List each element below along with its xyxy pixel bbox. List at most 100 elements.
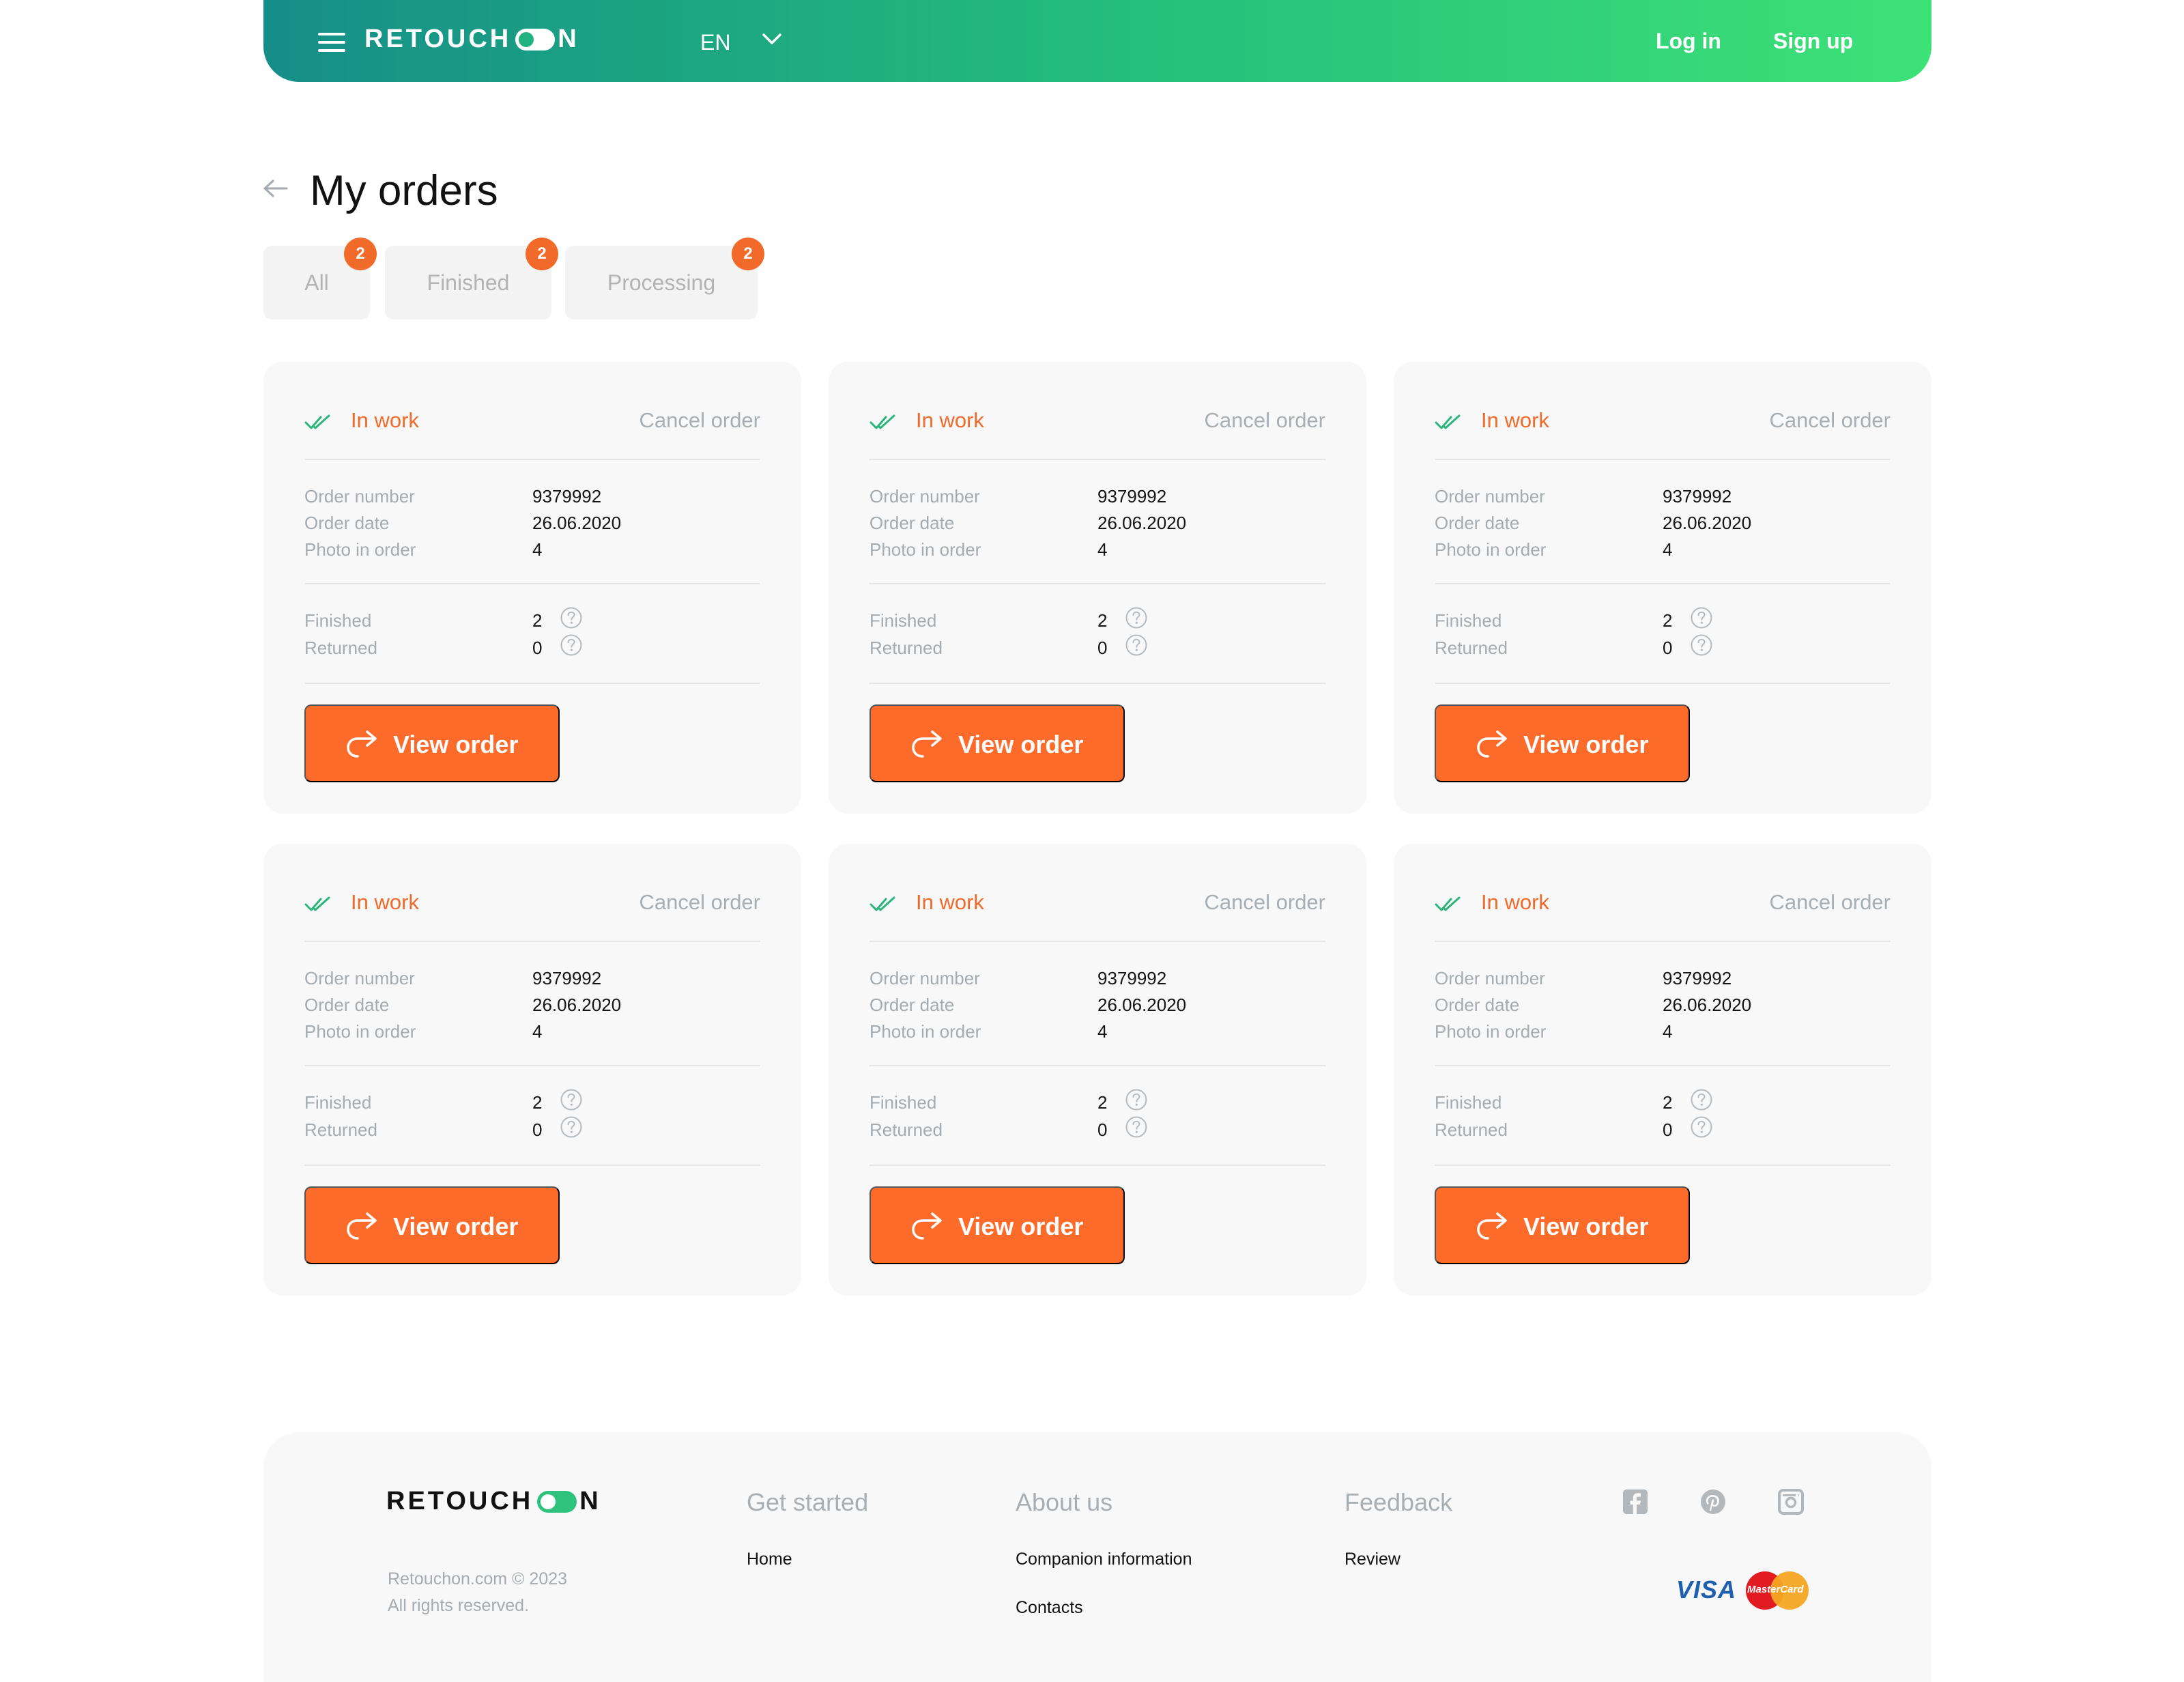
order-status: In work <box>916 890 984 914</box>
returned-value: 0 <box>1097 638 1108 658</box>
card-header: In work Cancel order <box>1435 405 1891 441</box>
view-order-button[interactable]: View order <box>304 704 560 782</box>
view-order-label: View order <box>393 730 519 758</box>
share-arrow-icon <box>347 730 377 758</box>
footer-logo[interactable]: RETOUCH N <box>386 1487 601 1516</box>
view-order-label: View order <box>1523 730 1649 758</box>
header-logo[interactable]: RETOUCH N <box>364 25 579 54</box>
logo-toggle-icon <box>515 28 556 51</box>
finished-row: Finished 2 <box>304 1088 760 1115</box>
photo-count-row: Photo in order 4 <box>304 1017 760 1044</box>
order-card: In work Cancel order Order number 937999… <box>263 844 801 1296</box>
footer-link-contacts[interactable]: Contacts <box>1016 1598 1083 1618</box>
finished-value: 2 <box>532 610 543 631</box>
returned-row: Returned 0 <box>870 1115 1325 1143</box>
double-check-icon <box>1435 896 1461 911</box>
facebook-icon[interactable] <box>1622 1488 1649 1515</box>
menu-icon[interactable] <box>318 33 345 52</box>
order-number-row: Order number 9379992 <box>870 964 1325 991</box>
order-date-value: 26.06.2020 <box>1097 995 1187 1015</box>
order-number-label: Order number <box>1435 968 1545 988</box>
language-selector[interactable]: EN <box>700 30 730 55</box>
help-circle-icon[interactable] <box>560 1115 583 1139</box>
footer-link-review[interactable]: Review <box>1345 1550 1400 1569</box>
order-card: In work Cancel order Order number 937999… <box>829 362 1366 814</box>
back-arrow-icon[interactable] <box>262 179 289 198</box>
finished-row: Finished 2 <box>1435 1088 1891 1115</box>
divider <box>304 1065 760 1066</box>
help-circle-icon[interactable] <box>1690 606 1713 629</box>
order-number-row: Order number 9379992 <box>304 964 760 991</box>
order-date-value: 26.06.2020 <box>532 995 622 1015</box>
view-order-button[interactable]: View order <box>870 1186 1125 1264</box>
view-order-button[interactable]: View order <box>1435 704 1690 782</box>
order-date-label: Order date <box>1435 995 1520 1015</box>
chevron-down-icon[interactable] <box>762 31 782 46</box>
help-circle-icon[interactable] <box>560 1088 583 1111</box>
order-status: In work <box>916 408 984 432</box>
photo-count-value: 4 <box>1663 1021 1673 1042</box>
help-circle-icon[interactable] <box>1125 1088 1148 1111</box>
tab-processing[interactable]: Processing 2 <box>565 238 764 319</box>
photo-count-label: Photo in order <box>1435 539 1547 560</box>
help-circle-icon[interactable] <box>1125 606 1148 629</box>
order-date-row: Order date 26.06.2020 <box>1435 509 1891 536</box>
view-order-label: View order <box>958 730 1084 758</box>
divider <box>304 683 760 684</box>
double-check-icon <box>1435 414 1461 429</box>
help-circle-icon[interactable] <box>1690 633 1713 657</box>
cancel-order-link[interactable]: Cancel order <box>1770 890 1891 915</box>
order-number-row: Order number 9379992 <box>870 482 1325 509</box>
footer-link-companion[interactable]: Companion information <box>1016 1550 1192 1569</box>
view-order-button[interactable]: View order <box>1435 1186 1690 1264</box>
order-date-label: Order date <box>1435 513 1520 533</box>
cancel-order-link[interactable]: Cancel order <box>640 408 760 433</box>
instagram-icon[interactable] <box>1777 1488 1805 1515</box>
top-header: RETOUCH N EN Log in Sign up <box>263 0 1931 82</box>
tab-label: All <box>304 270 329 295</box>
footer-link-home[interactable]: Home <box>747 1550 792 1569</box>
help-circle-icon[interactable] <box>560 606 583 629</box>
order-number-label: Order number <box>304 486 415 507</box>
divider <box>1435 459 1891 460</box>
help-circle-icon[interactable] <box>1125 1115 1148 1139</box>
divider <box>870 1065 1325 1066</box>
order-number-label: Order number <box>1435 486 1545 507</box>
help-circle-icon[interactable] <box>560 633 583 657</box>
mastercard-text: MasterCard <box>1747 1584 1804 1595</box>
page-title: My orders <box>310 167 498 214</box>
cancel-order-link[interactable]: Cancel order <box>640 890 760 915</box>
help-circle-icon[interactable] <box>1690 1088 1713 1111</box>
cancel-order-link[interactable]: Cancel order <box>1205 408 1325 433</box>
order-number-value: 9379992 <box>1097 968 1167 988</box>
photo-count-label: Photo in order <box>1435 1021 1547 1042</box>
photo-count-value: 4 <box>1097 1021 1108 1042</box>
photo-count-label: Photo in order <box>870 539 981 560</box>
help-circle-icon[interactable] <box>1125 633 1148 657</box>
divider <box>870 1165 1325 1166</box>
pinterest-icon[interactable] <box>1699 1488 1727 1515</box>
returned-label: Returned <box>304 1120 377 1140</box>
divider <box>1435 683 1891 684</box>
share-arrow-icon <box>347 1212 377 1240</box>
help-circle-icon[interactable] <box>1690 1115 1713 1139</box>
order-date-label: Order date <box>870 513 955 533</box>
share-arrow-icon <box>1477 1212 1507 1240</box>
photo-count-row: Photo in order 4 <box>304 535 760 562</box>
login-link[interactable]: Log in <box>1656 29 1721 54</box>
footer-heading-feedback: Feedback <box>1345 1488 1453 1516</box>
finished-label: Finished <box>304 1092 372 1113</box>
cancel-order-link[interactable]: Cancel order <box>1770 408 1891 433</box>
cancel-order-link[interactable]: Cancel order <box>1205 890 1325 915</box>
tab-finished[interactable]: Finished 2 <box>385 238 558 319</box>
finished-label: Finished <box>870 1092 937 1113</box>
view-order-button[interactable]: View order <box>304 1186 560 1264</box>
finished-label: Finished <box>304 610 372 631</box>
count-badge: 2 <box>344 238 377 270</box>
divider <box>1435 1165 1891 1166</box>
divider <box>304 1165 760 1166</box>
signup-link[interactable]: Sign up <box>1773 29 1853 54</box>
view-order-button[interactable]: View order <box>870 704 1125 782</box>
mastercard-logo: MasterCard <box>1746 1571 1809 1610</box>
tab-all[interactable]: All 2 <box>263 238 377 319</box>
